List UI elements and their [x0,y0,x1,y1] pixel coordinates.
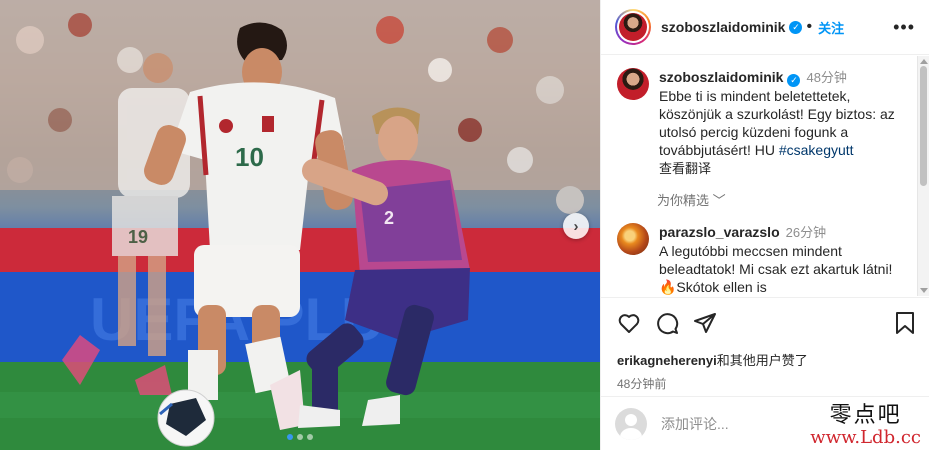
carousel-dot[interactable] [287,434,293,440]
share-icon[interactable] [693,311,717,335]
chevron-down-icon: ﹀ [712,193,726,208]
comment-time: 26分钟 [785,225,827,240]
background-player-number: 19 [128,227,148,247]
current-user-avatar [615,407,647,440]
caption-hashtag[interactable]: #csakegyutt [779,142,854,158]
comment-item: parazslo_varazslo 26分钟 A legutóbbi meccse… [617,223,917,296]
germany-player-number: 2 [384,208,394,228]
carousel-dots [0,434,600,440]
comments-scrollbar[interactable] [917,56,929,296]
author-username[interactable]: szoboszlaidominik [661,19,785,35]
comment-input[interactable]: 添加评论... [661,414,729,434]
post-header: szoboszlaidominik ✓ • 关注 ••• [601,0,929,55]
watermark: 零点吧 www.Ldb.cc [810,397,921,448]
author-avatar[interactable] [615,9,651,45]
hungary-player-number: 10 [235,142,264,172]
heart-icon[interactable] [617,311,641,335]
caption: szoboszlaidominik ✓ 48分钟 Ebbe ti is minden… [617,68,917,178]
carousel-dot[interactable] [307,434,313,440]
follow-button[interactable]: 关注 [818,18,844,37]
featured-comments-label: 为你精选 [657,193,710,208]
scrollbar-thumb[interactable] [920,66,927,186]
featured-comments-toggle[interactable]: 为你精选 ﹀ [657,190,917,209]
header-separator: • [806,18,813,35]
liker-username[interactable]: erikagneherenyi [617,353,717,368]
comment-text: A legutóbbi meccsen mindent beleadtatok!… [659,243,893,295]
see-translation-link[interactable]: 查看翻译 [659,161,711,176]
scroll-up-icon[interactable] [920,59,928,64]
post-actions: erikagneherenyi和其他用户赞了 48分钟前 [601,297,929,392]
more-options-icon[interactable]: ••• [893,18,915,36]
watermark-url: www.Ldb.cc [810,427,921,448]
caption-time: 48分钟 [806,70,847,85]
comments-list[interactable]: szoboszlaidominik ✓ 48分钟 Ebbe ti is minden… [601,56,917,296]
commenter-username[interactable]: parazslo_varazslo [659,224,780,240]
post-sidebar: szoboszlaidominik ✓ • 关注 ••• szoboszlaid… [600,0,929,450]
bookmark-icon[interactable] [894,311,916,335]
verified-badge-icon: ✓ [789,20,803,34]
post-photo[interactable]: UEFA PLU 19 10 2 › [0,0,600,450]
carousel-dot[interactable] [297,434,303,440]
verified-badge-icon: ✓ [787,73,801,87]
comment-icon[interactable] [655,311,679,335]
caption-avatar[interactable] [617,68,649,100]
football-scene: UEFA PLU 19 10 2 [0,0,600,450]
likes-summary: erikagneherenyi和其他用户赞了 [617,350,916,369]
caption-text: Ebbe ti is mindent beletettetek, köszönj… [659,88,895,158]
caption-username[interactable]: szoboszlaidominik [659,69,783,85]
commenter-avatar[interactable] [617,223,649,255]
scroll-down-icon[interactable] [920,288,928,293]
next-photo-button[interactable]: › [563,213,589,239]
post-timestamp[interactable]: 48分钟前 [617,375,916,392]
watermark-text: 零点吧 [829,403,902,428]
likes-suffix[interactable]: 和其他用户赞了 [717,353,808,368]
